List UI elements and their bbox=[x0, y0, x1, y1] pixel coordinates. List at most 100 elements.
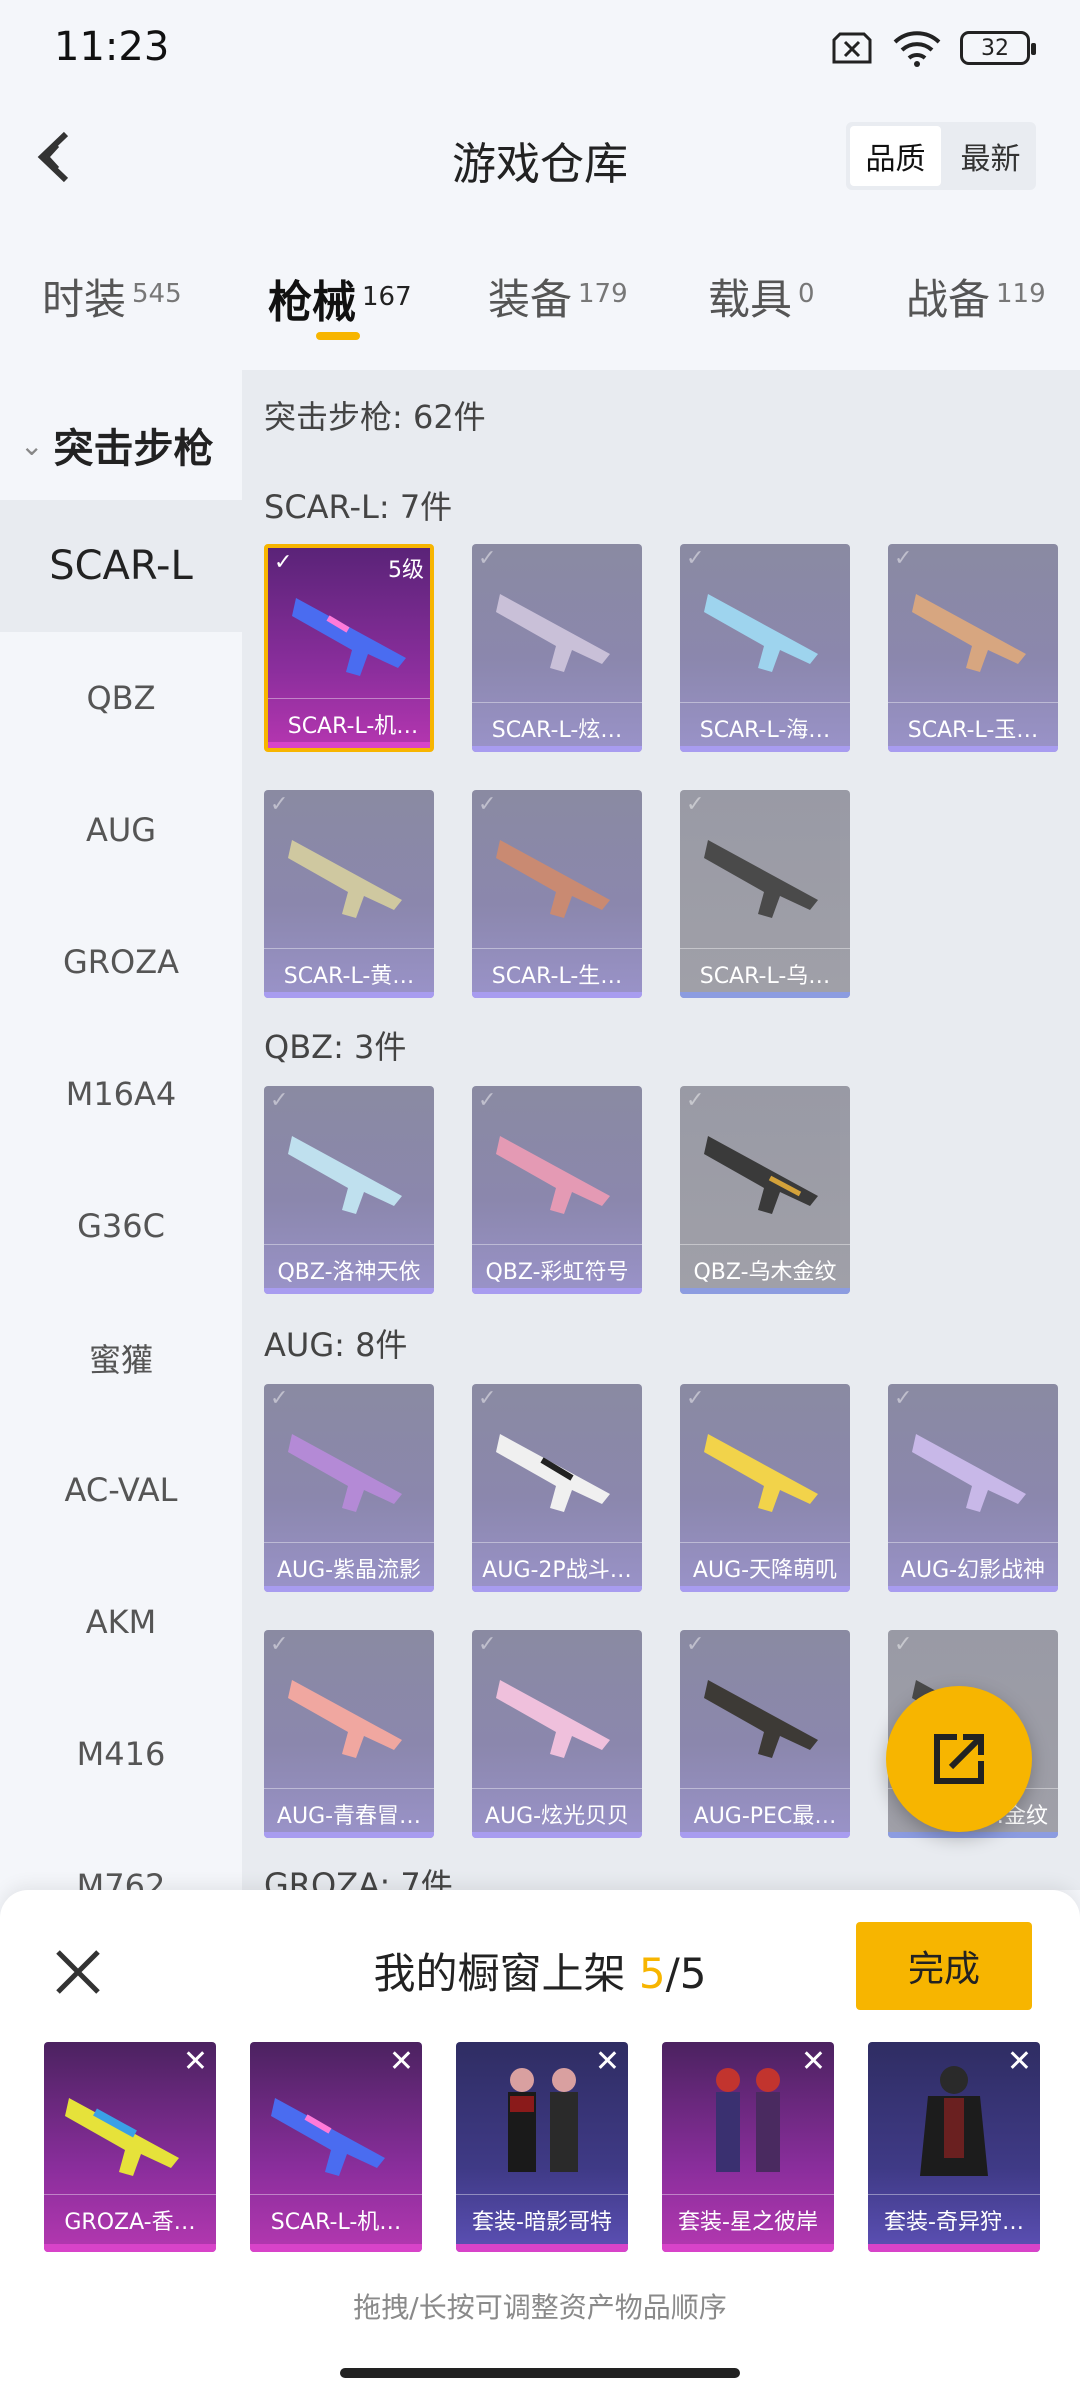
sidebar-item-ac-val[interactable]: AC-VAL bbox=[0, 1424, 242, 1556]
item-name: AUG-天降萌叽 bbox=[680, 1542, 850, 1592]
sort-toggle[interactable]: 品质 最新 bbox=[846, 122, 1036, 190]
category-tabs: 时装 545 枪械 167 装备 179 载具 0 战备 119 bbox=[0, 250, 1080, 350]
tab-label: 时装 bbox=[42, 275, 127, 324]
showcase-item[interactable]: ✕ GROZA-香… bbox=[44, 2042, 216, 2252]
outfit-icon bbox=[716, 2068, 780, 2172]
rifle-icon bbox=[288, 1680, 402, 1758]
quality-bar bbox=[472, 1586, 642, 1592]
item-card[interactable]: ✓ AUG-紫晶流影 bbox=[264, 1384, 434, 1592]
item-card[interactable]: ✓ AUG-天降萌叽 bbox=[680, 1384, 850, 1592]
item-name: AUG-幻影战神 bbox=[888, 1542, 1058, 1592]
rifle-icon bbox=[912, 594, 1026, 672]
tab-guns[interactable]: 枪械 167 bbox=[268, 266, 412, 330]
rifle-icon bbox=[288, 1434, 402, 1512]
header: 游戏仓库 品质 最新 bbox=[0, 100, 1080, 210]
home-indicator[interactable] bbox=[340, 2368, 740, 2378]
quality-bar bbox=[680, 1586, 850, 1592]
rifle-icon bbox=[496, 594, 610, 672]
sidebar-item-honey-badger[interactable]: 蜜獾 bbox=[0, 1292, 242, 1424]
sidebar-item-groza[interactable]: GROZA bbox=[0, 896, 242, 1028]
item-card[interactable]: ✓ SCAR-L-海… bbox=[680, 544, 850, 752]
item-card[interactable]: ✓ AUG-青春冒… bbox=[264, 1630, 434, 1838]
showcase-item[interactable]: ✕ SCAR-L-机… bbox=[250, 2042, 422, 2252]
sidebar-item-akm[interactable]: AKM bbox=[0, 1556, 242, 1688]
quality-bar bbox=[888, 746, 1058, 752]
item-name: SCAR-L-玉… bbox=[888, 702, 1058, 752]
showcase-item[interactable]: ✕ 套装-暗影哥特 bbox=[456, 2042, 628, 2252]
item-name: SCAR-L-海… bbox=[680, 702, 850, 752]
showcase-item[interactable]: ✕ 套装-星之彼岸 bbox=[662, 2042, 834, 2252]
showcase-item[interactable]: ✕ 套装-奇异狩… bbox=[868, 2042, 1040, 2252]
item-card[interactable]: ✓ AUG-PEC最… bbox=[680, 1630, 850, 1838]
showcase-count-current: 5 bbox=[638, 1949, 666, 1998]
tab-count: 179 bbox=[578, 279, 628, 309]
rifle-icon bbox=[496, 1434, 610, 1512]
item-card[interactable]: ✓ SCAR-L-炫… bbox=[472, 544, 642, 752]
share-button[interactable] bbox=[886, 1686, 1032, 1832]
weapon-sidebar: ⌄ 突击步枪 SCAR-L QBZ AUG GROZA M16A4 G36C 蜜… bbox=[0, 370, 242, 1890]
share-icon bbox=[934, 1734, 984, 1784]
sidebar-item-m16a4[interactable]: M16A4 bbox=[0, 1028, 242, 1160]
showcase-count-total: /5 bbox=[665, 1949, 707, 1998]
tab-vehicles[interactable]: 载具 0 bbox=[708, 266, 815, 327]
section-title: SCAR-L: 7件 bbox=[264, 488, 453, 526]
item-card[interactable]: ✓ SCAR-L-黄… bbox=[264, 790, 434, 998]
tab-fashion[interactable]: 时装 545 bbox=[42, 266, 182, 327]
item-card[interactable]: ✓ AUG-炫光贝贝 bbox=[472, 1630, 642, 1838]
rifle-icon bbox=[704, 1136, 818, 1214]
quality-bar bbox=[472, 1288, 642, 1294]
item-name: QBZ-洛神天依 bbox=[264, 1244, 434, 1294]
sidebar-item-aug[interactable]: AUG bbox=[0, 764, 242, 896]
sidebar-item-g36c[interactable]: G36C bbox=[0, 1160, 242, 1292]
item-card[interactable]: ✓ QBZ-彩虹符号 bbox=[472, 1086, 642, 1294]
item-card[interactable]: ✓ QBZ-洛神天依 bbox=[264, 1086, 434, 1294]
quality-bar bbox=[680, 746, 850, 752]
rifle-icon bbox=[496, 1680, 610, 1758]
quality-bar bbox=[264, 1288, 434, 1294]
item-name: SCAR-L-黄… bbox=[264, 948, 434, 998]
item-card[interactable]: ✓ 5级 SCAR-L-机… bbox=[264, 544, 434, 752]
quality-bar bbox=[456, 2244, 628, 2252]
item-card[interactable]: ✓ QBZ-乌木金纹 bbox=[680, 1086, 850, 1294]
tab-count: 119 bbox=[996, 279, 1046, 309]
item-card[interactable]: ✓ AUG-2P战斗… bbox=[472, 1384, 642, 1592]
item-card[interactable]: ✓ SCAR-L-乌… bbox=[680, 790, 850, 998]
tab-count: 545 bbox=[132, 279, 182, 309]
rifle-icon bbox=[704, 1680, 818, 1758]
rifle-icon bbox=[704, 1434, 818, 1512]
sort-quality-button[interactable]: 品质 bbox=[850, 126, 941, 186]
quality-bar bbox=[888, 1586, 1058, 1592]
sidebar-item-qbz[interactable]: QBZ bbox=[0, 632, 242, 764]
category-label: 突击步枪 bbox=[53, 426, 214, 472]
tab-equipment[interactable]: 装备 179 bbox=[488, 266, 628, 327]
wifi-icon bbox=[893, 31, 941, 67]
done-button[interactable]: 完成 bbox=[856, 1922, 1032, 2010]
item-name: SCAR-L-乌… bbox=[680, 948, 850, 998]
section-title: QBZ: 3件 bbox=[264, 1028, 407, 1066]
rifle-icon bbox=[496, 840, 610, 918]
rifle-icon bbox=[65, 2098, 179, 2176]
sidebar-item-m762[interactable]: M762 bbox=[0, 1820, 242, 1890]
rifle-icon bbox=[292, 598, 406, 676]
category-header[interactable]: ⌄ 突击步枪 bbox=[0, 400, 242, 490]
status-icons: 32 bbox=[830, 28, 1036, 68]
item-name: AUG-PEC最… bbox=[680, 1788, 850, 1838]
battery-icon: 32 bbox=[960, 31, 1036, 65]
sidebar-item-scar-l[interactable]: SCAR-L bbox=[0, 500, 242, 632]
item-card[interactable]: ✓ AUG-幻影战神 bbox=[888, 1384, 1058, 1592]
sort-latest-button[interactable]: 最新 bbox=[945, 122, 1036, 190]
battery-level: 32 bbox=[981, 35, 1009, 61]
quality-bar bbox=[264, 1586, 434, 1592]
quality-bar bbox=[472, 992, 642, 998]
tab-supplies[interactable]: 战备 119 bbox=[906, 266, 1046, 327]
quality-bar bbox=[680, 1288, 850, 1294]
sidebar-item-m416[interactable]: M416 bbox=[0, 1688, 242, 1820]
tab-label: 装备 bbox=[488, 275, 573, 324]
item-name: 套装-暗影哥特 bbox=[456, 2194, 628, 2244]
item-card[interactable]: ✓ SCAR-L-玉… bbox=[888, 544, 1058, 752]
item-card[interactable]: ✓ SCAR-L-生… bbox=[472, 790, 642, 998]
tab-count: 0 bbox=[798, 279, 815, 309]
item-name: QBZ-乌木金纹 bbox=[680, 1244, 850, 1294]
section-title: GROZA: 7件 bbox=[264, 1866, 453, 1890]
item-name: AUG-青春冒… bbox=[264, 1788, 434, 1838]
